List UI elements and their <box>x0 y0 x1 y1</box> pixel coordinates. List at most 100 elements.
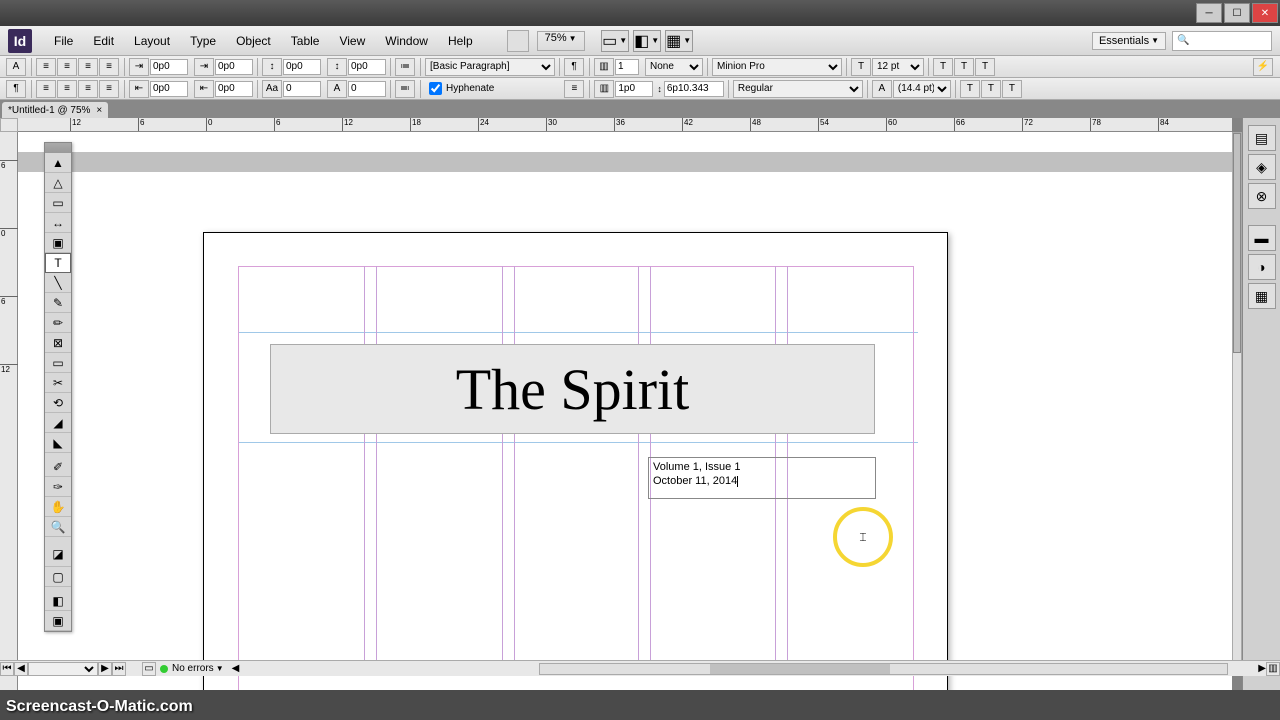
type-tool[interactable]: T <box>45 253 71 273</box>
menu-layout[interactable]: Layout <box>124 30 180 52</box>
title-text-frame[interactable]: The Spirit <box>270 344 875 434</box>
tab-close-button[interactable]: × <box>96 105 102 116</box>
minimize-button[interactable]: ─ <box>1196 3 1222 23</box>
search-field[interactable]: 🔍 <box>1172 31 1272 51</box>
links-panel-button[interactable]: ⊗ <box>1248 183 1276 209</box>
all-caps-button[interactable]: T <box>981 80 1001 98</box>
eyedropper-tool[interactable]: ✑ <box>45 477 71 497</box>
menu-file[interactable]: File <box>44 30 83 52</box>
horizontal-scrollbar[interactable] <box>539 663 1228 675</box>
numbered-list-button[interactable]: ≕ <box>395 80 415 98</box>
page-tool[interactable]: ▭ <box>45 193 71 213</box>
next-page-button[interactable]: ▶ <box>98 662 112 676</box>
prev-page-button[interactable]: ◀ <box>14 662 28 676</box>
span-columns-select[interactable]: None <box>645 58 703 76</box>
zoom-level[interactable]: 75%▼ <box>537 31 585 51</box>
gap-tool[interactable]: ↔ <box>45 213 71 233</box>
direct-selection-tool[interactable]: △ <box>45 173 71 193</box>
small-caps-button[interactable]: T <box>960 80 980 98</box>
strikethrough-button[interactable]: T <box>1002 80 1022 98</box>
menu-table[interactable]: Table <box>281 30 330 52</box>
char-para-switcher[interactable]: A <box>6 58 26 76</box>
rectangle-tool[interactable]: ▭ <box>45 353 71 373</box>
first-page-button[interactable]: ⏮ <box>0 662 14 676</box>
color-panel-button[interactable]: ◑ <box>1248 254 1276 280</box>
indent-left-input[interactable] <box>150 59 188 75</box>
pages-panel-button[interactable]: ▤ <box>1248 125 1276 151</box>
justify-center-button[interactable]: ≡ <box>57 80 77 98</box>
close-button[interactable]: ✕ <box>1252 3 1278 23</box>
hyphenate-checkbox[interactable] <box>429 82 442 95</box>
pencil-tool[interactable]: ✏ <box>45 313 71 333</box>
scissors-tool[interactable]: ✂ <box>45 373 71 393</box>
content-collector-tool[interactable]: ▣ <box>45 233 71 253</box>
indent-right-input[interactable] <box>150 81 188 97</box>
pen-tool[interactable]: ✎ <box>45 293 71 313</box>
align-to-baseline-button[interactable]: ≡ <box>564 80 584 98</box>
align-left-button[interactable]: ≡ <box>36 58 56 76</box>
gradient-feather-tool[interactable]: ◣ <box>45 433 71 453</box>
justify-right-button[interactable]: ≡ <box>78 80 98 98</box>
default-fill-stroke-button[interactable]: ◧ <box>45 591 71 611</box>
underline-button[interactable]: T <box>975 58 995 76</box>
justify-all-button[interactable]: ≡ <box>36 80 56 98</box>
rectangle-frame-tool[interactable]: ⊠ <box>45 333 71 353</box>
arrange-button[interactable]: ▦▼ <box>665 30 693 52</box>
towards-spine-button[interactable]: ≡ <box>99 80 119 98</box>
gutter-input[interactable] <box>615 81 653 97</box>
dropcap-lines-input[interactable] <box>283 81 321 97</box>
document-tab[interactable]: *Untitled-1 @ 75% × <box>2 102 108 118</box>
menu-help[interactable]: Help <box>438 30 483 52</box>
layers-panel-button[interactable]: ◈ <box>1248 154 1276 180</box>
menu-object[interactable]: Object <box>226 30 281 52</box>
vertical-scrollbar[interactable] <box>1232 132 1242 676</box>
screen-mode-button[interactable]: ◧▼ <box>633 30 661 52</box>
para-mode-button[interactable]: ¶ <box>6 80 26 98</box>
zoom-tool[interactable]: 🔍 <box>45 517 71 537</box>
split-view-button[interactable]: ▥ <box>1266 662 1280 676</box>
view-options-button[interactable]: ▭▼ <box>601 30 629 52</box>
info-text-frame[interactable]: Volume 1, Issue 1 October 11, 2014 <box>648 457 876 499</box>
align-center-button[interactable]: ≡ <box>57 58 77 76</box>
last-line-indent-input[interactable] <box>215 81 253 97</box>
free-transform-tool[interactable]: ⟲ <box>45 393 71 413</box>
paragraph-style-select[interactable]: [Basic Paragraph] <box>425 58 555 76</box>
bullets-icon[interactable]: ≔ <box>395 58 415 76</box>
ruler-origin[interactable] <box>0 118 18 132</box>
menu-window[interactable]: Window <box>375 30 438 52</box>
workspace-switcher[interactable]: Essentials▼ <box>1092 32 1166 50</box>
clear-overrides-button[interactable]: ¶ <box>564 58 584 76</box>
selection-tool[interactable]: ▲ <box>45 153 71 173</box>
horizontal-ruler[interactable]: 12 6 0 6 12 18 24 30 36 42 48 54 60 66 7… <box>18 118 1232 132</box>
preflight-indicator[interactable] <box>160 665 168 673</box>
space-before-input[interactable] <box>283 59 321 75</box>
vertical-ruler[interactable]: 6 0 6 12 <box>0 132 18 690</box>
swatches-panel-button[interactable]: ▦ <box>1248 283 1276 309</box>
formatting-container-button[interactable]: ▢ <box>45 567 71 587</box>
hand-tool[interactable]: ✋ <box>45 497 71 517</box>
page-select[interactable] <box>28 662 98 676</box>
first-line-indent-input[interactable] <box>215 59 253 75</box>
dropcap-chars-input[interactable] <box>348 81 386 97</box>
space-after-input[interactable] <box>348 59 386 75</box>
menu-type[interactable]: Type <box>180 30 226 52</box>
font-style-select[interactable]: Regular <box>733 80 863 98</box>
maximize-button[interactable]: ☐ <box>1224 3 1250 23</box>
font-size-select[interactable]: 12 pt <box>872 58 924 76</box>
fill-stroke-proxy[interactable]: ◪ <box>45 541 71 567</box>
align-justify-button[interactable]: ≡ <box>99 58 119 76</box>
font-family-select[interactable]: Minion Pro <box>712 58 842 76</box>
vertical-scroll-thumb[interactable] <box>1233 133 1241 353</box>
view-mode-button[interactable]: ▣ <box>45 611 71 631</box>
last-page-button[interactable]: ⏭ <box>112 662 126 676</box>
tools-panel-grip[interactable] <box>45 143 71 153</box>
superscript-button[interactable]: T <box>933 58 953 76</box>
subscript-button[interactable]: T <box>954 58 974 76</box>
stroke-panel-button[interactable]: ▬ <box>1248 225 1276 251</box>
leading-select[interactable]: (14.4 pt) <box>893 80 951 98</box>
gradient-swatch-tool[interactable]: ◢ <box>45 413 71 433</box>
note-tool[interactable]: ✐ <box>45 457 71 477</box>
menu-view[interactable]: View <box>329 30 375 52</box>
horizontal-scroll-thumb[interactable] <box>710 664 890 674</box>
line-tool[interactable]: ╲ <box>45 273 71 293</box>
